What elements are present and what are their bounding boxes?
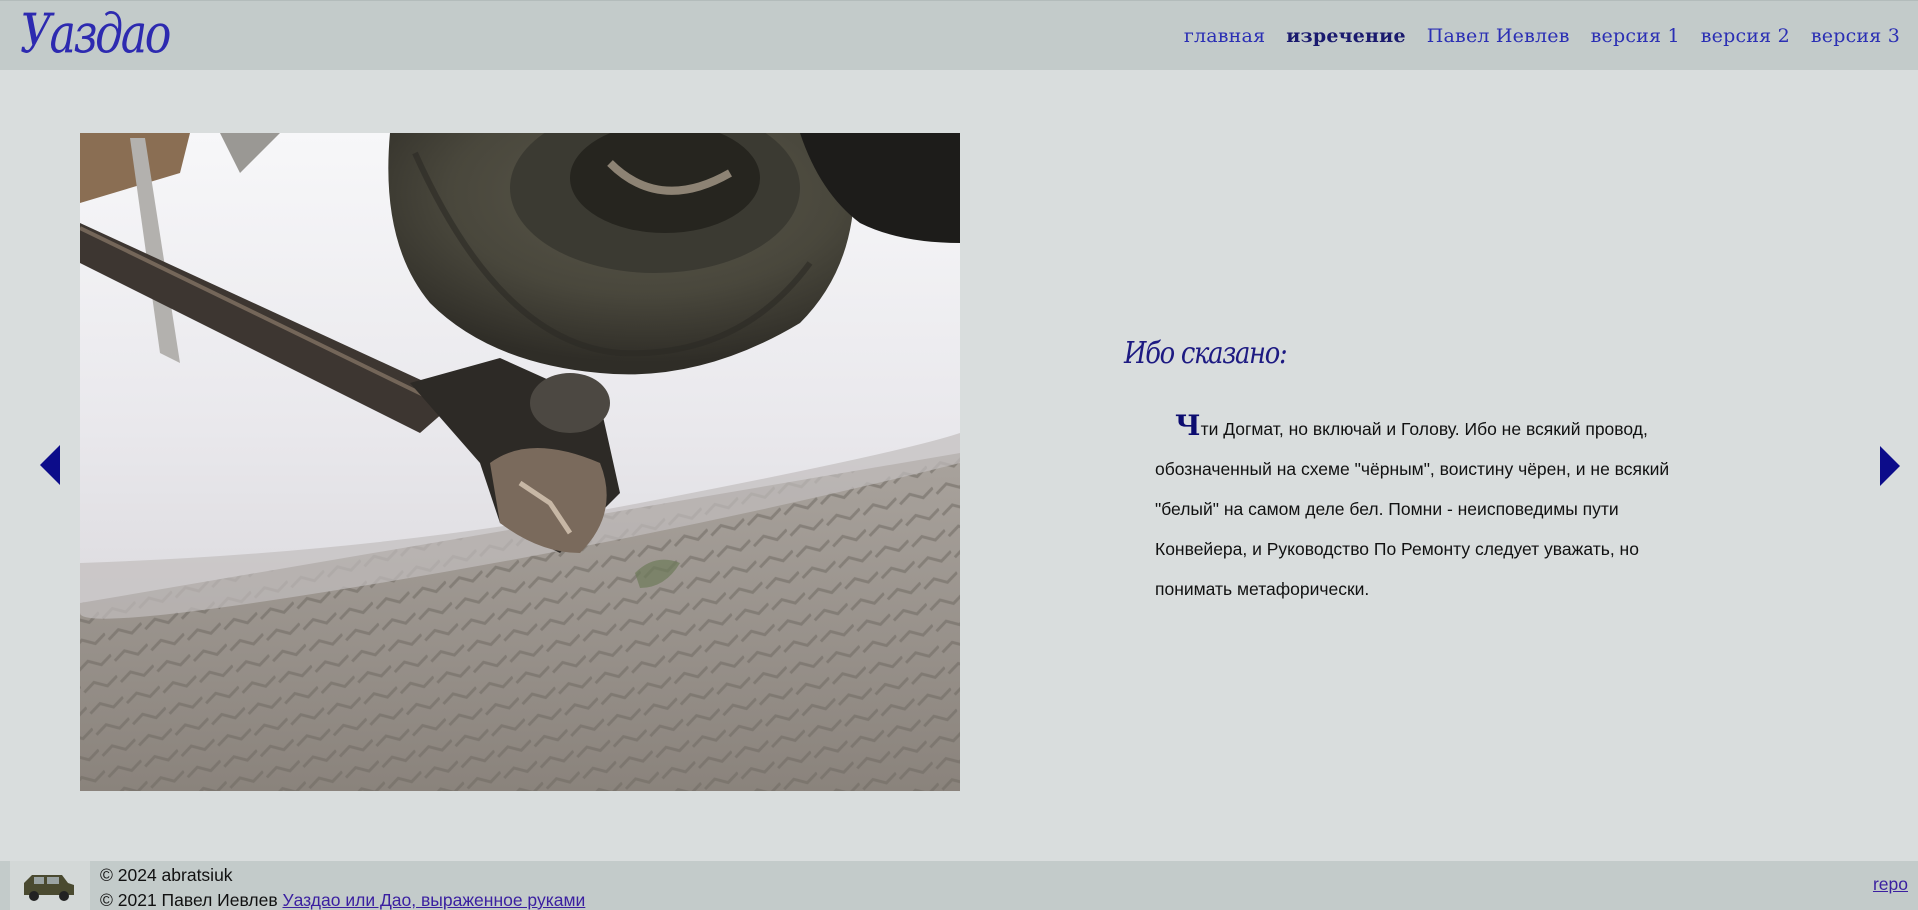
nav-version-3[interactable]: версия 3 xyxy=(1811,25,1900,47)
quote-text: ти Догмат, но включай и Голову. Ибо не в… xyxy=(1155,418,1670,599)
quote-dropcap: Ч xyxy=(1175,408,1201,442)
site-logo[interactable]: Уаздао xyxy=(20,0,171,69)
repo-link[interactable]: repo xyxy=(1873,874,1908,895)
nav-home[interactable]: главная xyxy=(1184,25,1265,47)
nav-version-1[interactable]: версия 1 xyxy=(1591,25,1680,47)
site-header: Уаздао главная изречение Павел Иевлев ве… xyxy=(0,0,1918,70)
footer-author: © 2021 Павел Иевлев xyxy=(100,890,283,910)
previous-arrow-icon[interactable] xyxy=(40,445,60,485)
car-icon xyxy=(10,861,90,910)
footer-copyright-2024: © 2024 abratsiuk xyxy=(100,865,233,885)
footer-copyright-2021: © 2021 Павел Иевлев Уаздао или Дао, выра… xyxy=(100,888,585,910)
footer-book-link[interactable]: Уаздао или Дао, выраженное руками xyxy=(283,890,586,910)
next-arrow-icon[interactable] xyxy=(1880,446,1900,486)
nav-quote[interactable]: изречение xyxy=(1286,25,1405,47)
main-nav: главная изречение Павел Иевлев версия 1 … xyxy=(1184,1,1900,71)
nav-version-2[interactable]: версия 2 xyxy=(1701,25,1790,47)
quote-body: Чти Догмат, но включай и Голову. Ибо не … xyxy=(1155,406,1705,609)
footer-credits: © 2024 abratsiuk © 2021 Павел Иевлев Уаз… xyxy=(100,863,585,910)
nav-author[interactable]: Павел Иевлев xyxy=(1427,25,1570,47)
quote-photo xyxy=(80,133,960,791)
quote-title: Ибо сказано: xyxy=(1124,336,1288,371)
site-footer: © 2024 abratsiuk © 2021 Павел Иевлев Уаз… xyxy=(0,861,1918,910)
